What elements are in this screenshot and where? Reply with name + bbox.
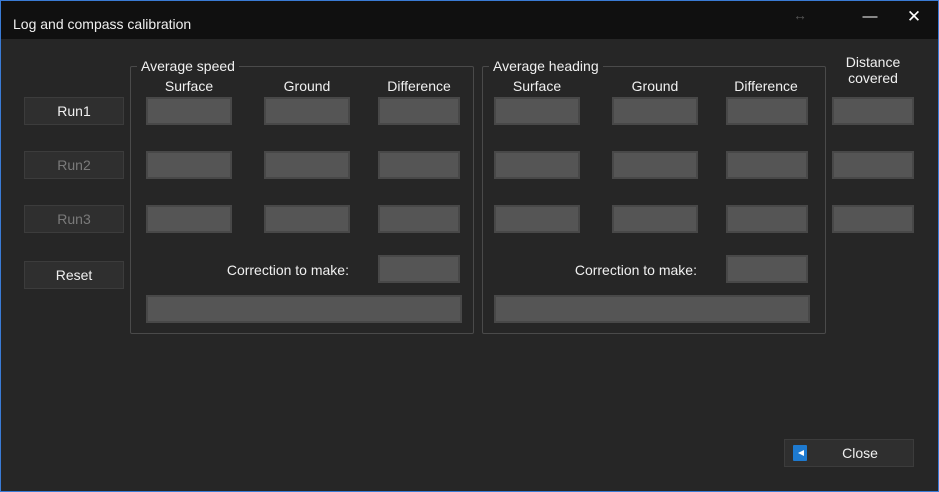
speed-difference-run3-field[interactable] (378, 205, 460, 233)
speed-ground-run3-field[interactable] (264, 205, 350, 233)
speed-correction-field[interactable] (378, 255, 460, 283)
heading-difference-run1-field[interactable] (726, 97, 808, 125)
heading-difference-run3-field[interactable] (726, 205, 808, 233)
run2-button[interactable]: Run2 (24, 151, 124, 179)
heading-correction-field[interactable] (726, 255, 808, 283)
close-button[interactable]: Close (784, 439, 914, 467)
speed-difference-run1-field[interactable] (378, 97, 460, 125)
calibration-window: Log and compass calibration ↔ — ✕ Run1 R… (0, 0, 939, 492)
heading-surface-run1-field[interactable] (494, 97, 580, 125)
speed-surface-run2-field[interactable] (146, 151, 232, 179)
speed-surface-header: Surface (164, 78, 214, 94)
minimize-button[interactable]: — (857, 5, 883, 31)
average-heading-title: Average heading (489, 58, 603, 74)
speed-correction-label: Correction to make: (226, 262, 349, 278)
reset-button[interactable]: Reset (24, 261, 124, 289)
speed-result-field[interactable] (146, 295, 462, 323)
distance-run1-field[interactable] (832, 97, 914, 125)
distance-run2-field[interactable] (832, 151, 914, 179)
title-bar[interactable]: Log and compass calibration ↔ — ✕ (1, 1, 938, 39)
heading-difference-run2-field[interactable] (726, 151, 808, 179)
speed-surface-run3-field[interactable] (146, 205, 232, 233)
run3-button[interactable]: Run3 (24, 205, 124, 233)
distance-covered-header: Distance covered (833, 54, 913, 86)
heading-result-field[interactable] (494, 295, 810, 323)
exit-door-icon (793, 445, 807, 461)
speed-ground-run2-field[interactable] (264, 151, 350, 179)
window-title: Log and compass calibration (13, 16, 192, 32)
heading-surface-header: Surface (512, 78, 562, 94)
heading-ground-run3-field[interactable] (612, 205, 698, 233)
resize-arrows-icon: ↔ (793, 7, 807, 23)
distance-run3-field[interactable] (832, 205, 914, 233)
speed-ground-run1-field[interactable] (264, 97, 350, 125)
average-speed-title: Average speed (137, 58, 239, 74)
heading-ground-run2-field[interactable] (612, 151, 698, 179)
run1-button[interactable]: Run1 (24, 97, 124, 125)
heading-surface-run2-field[interactable] (494, 151, 580, 179)
heading-surface-run3-field[interactable] (494, 205, 580, 233)
speed-ground-header: Ground (283, 78, 331, 94)
heading-difference-header: Difference (734, 78, 798, 94)
speed-difference-run2-field[interactable] (378, 151, 460, 179)
distance-header-line2: covered (848, 70, 898, 86)
close-button-label: Close (842, 445, 878, 461)
heading-ground-header: Ground (631, 78, 679, 94)
speed-surface-run1-field[interactable] (146, 97, 232, 125)
heading-correction-label: Correction to make: (574, 262, 697, 278)
window-close-button[interactable]: ✕ (901, 5, 927, 31)
speed-difference-header: Difference (387, 78, 451, 94)
distance-header-line1: Distance (845, 54, 901, 70)
heading-ground-run1-field[interactable] (612, 97, 698, 125)
